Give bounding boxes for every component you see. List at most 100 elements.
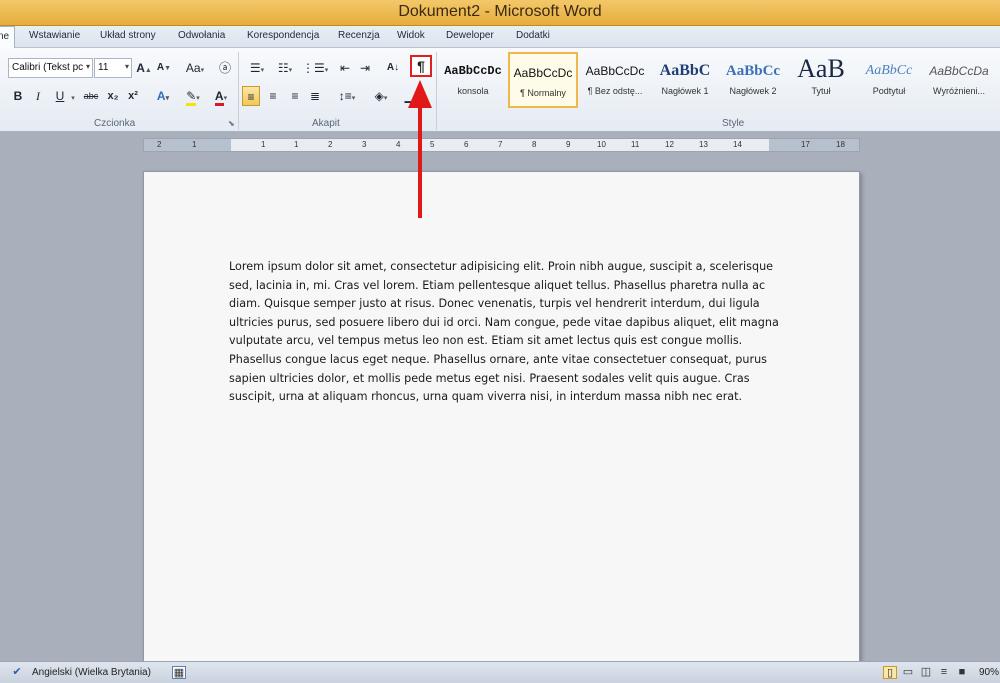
ruler-label: 6	[464, 140, 469, 149]
style-preview: AaBbCc	[865, 63, 913, 78]
style-item-tytul[interactable]: AaB Tytuł	[786, 52, 856, 108]
ruler-label: 2	[328, 140, 333, 149]
ruler-label: 1	[261, 140, 266, 149]
window-title: Dokument2 - Microsoft Word	[398, 3, 602, 20]
decrease-indent-icon[interactable]: ⇤	[336, 58, 354, 78]
style-preview: AaBbCc	[725, 63, 781, 79]
document-body-text[interactable]: Lorem ipsum dolor sit amet, consectetur …	[229, 258, 784, 407]
bullets-icon[interactable]: ☰▾	[244, 58, 270, 78]
style-item-naglowek-2[interactable]: AaBbCc Nagłówek 2	[718, 52, 788, 108]
group-divider	[238, 52, 239, 130]
italic-button[interactable]: I	[30, 86, 46, 106]
ruler-label: 1	[192, 140, 197, 149]
tab-insert[interactable]: Wstawianie	[29, 30, 80, 41]
font-group-label: Czcionka	[94, 118, 136, 129]
align-center-icon[interactable]: ≡	[264, 86, 282, 106]
font-name-combo[interactable]: Calibri (Tekst pc ▾	[8, 58, 93, 78]
superscript-button[interactable]: x²	[124, 86, 142, 106]
ruler-area: 2 1 1 1 2 3 4 5 6 7 8 9 10 11 12 13 14 1…	[0, 133, 1000, 155]
chevron-down-icon: ▾	[85, 62, 90, 71]
spelling-check-icon[interactable]: ✔	[10, 666, 24, 679]
paragraph-group-label: Akapit	[312, 118, 340, 129]
multilevel-list-icon[interactable]: ⋮☰▾	[302, 58, 328, 78]
sort-button[interactable]: A↓	[384, 58, 402, 78]
show-formatting-marks-button[interactable]: ¶	[410, 55, 432, 77]
line-spacing-icon[interactable]: ↕≡▾	[334, 86, 360, 106]
style-item-podtytul[interactable]: AaBbCc Podtytuł	[854, 52, 924, 108]
font-name-value: Calibri (Tekst pc	[12, 62, 84, 73]
title-bar: Dokument2 - Microsoft Word	[0, 0, 1000, 26]
style-preview: AaBbCcDc	[444, 64, 502, 78]
style-preview: AaBbC	[659, 62, 711, 79]
print-layout-view-icon[interactable]: ▯	[883, 666, 897, 679]
document-page[interactable]: Lorem ipsum dolor sit amet, consectetur …	[143, 171, 860, 683]
style-item-konsola[interactable]: AaBbCcDc konsola	[438, 52, 508, 108]
tab-home[interactable]: ne	[0, 26, 16, 49]
style-preview: AaB	[797, 54, 845, 83]
clear-formatting-icon[interactable]: ⓐ	[216, 58, 234, 78]
style-item-wyroznienie[interactable]: AaBbCcDa Wyróżnieni...	[924, 52, 994, 108]
ruler-label: 11	[631, 140, 640, 149]
styles-group-label: Style	[722, 118, 745, 129]
tab-developer[interactable]: Deweloper	[446, 30, 494, 41]
shrink-font-button[interactable]: A▼	[156, 58, 172, 78]
full-screen-reading-icon[interactable]: ▭	[901, 666, 915, 679]
ruler-right-margin	[769, 139, 859, 151]
grow-font-button[interactable]: A▲	[136, 58, 152, 78]
ruler-label: 7	[498, 140, 503, 149]
ruler-label: 3	[362, 140, 367, 149]
shading-icon[interactable]: ◈▾	[368, 86, 394, 106]
style-preview: AaBbCcDa	[929, 64, 989, 78]
style-name: Nagłówek 2	[729, 86, 777, 96]
tab-addins[interactable]: Dodatki	[516, 30, 550, 41]
underline-button[interactable]: U	[52, 86, 68, 106]
align-left-icon[interactable]: ≡	[242, 86, 260, 106]
tab-references[interactable]: Odwołania	[178, 30, 225, 41]
web-layout-icon[interactable]: ◫	[919, 666, 933, 679]
outline-view-icon[interactable]: ≡	[937, 666, 951, 679]
change-case-label: Aa	[185, 61, 201, 75]
style-name: Nagłówek 1	[661, 86, 709, 96]
tab-mailings[interactable]: Korespondencja	[247, 30, 319, 41]
language-indicator[interactable]: Angielski (Wielka Brytania)	[32, 667, 151, 678]
ruler-label: 17	[801, 140, 810, 149]
justify-icon[interactable]: ≣	[306, 86, 324, 106]
ruler-label: 2	[157, 140, 162, 149]
ruler-label: 1	[294, 140, 299, 149]
font-dialog-launcher-icon[interactable]: ⬊	[228, 119, 235, 128]
macro-record-icon[interactable]: ▦	[172, 666, 186, 679]
align-right-icon[interactable]: ≡	[286, 86, 304, 106]
font-size-combo[interactable]: 11 ▾	[94, 58, 132, 78]
increase-indent-icon[interactable]: ⇥	[356, 58, 374, 78]
font-color-icon[interactable]: A▾	[208, 86, 234, 106]
bold-button[interactable]: B	[10, 86, 26, 106]
style-name: Tytuł	[811, 86, 831, 96]
style-name: konsola	[457, 86, 489, 96]
ruler-label: 10	[597, 140, 606, 149]
chevron-down-icon: ▾	[124, 62, 129, 71]
tab-page-layout[interactable]: Układ strony	[100, 30, 156, 41]
highlight-color-icon[interactable]: ✎▾	[180, 86, 206, 106]
tab-view[interactable]: Widok	[397, 30, 425, 41]
horizontal-ruler[interactable]: 2 1 1 1 2 3 4 5 6 7 8 9 10 11 12 13 14 1…	[143, 138, 860, 152]
style-item-normalny[interactable]: AaBbCcDc ¶ Normalny	[508, 52, 578, 108]
style-item-naglowek-1[interactable]: AaBbC Nagłówek 1	[650, 52, 720, 108]
ruler-label: 12	[665, 140, 674, 149]
red-arrow-annotation	[408, 80, 432, 218]
style-preview: AaBbCcDc	[585, 64, 645, 78]
chevron-down-icon[interactable]: ▾	[68, 86, 78, 106]
zoom-level[interactable]: 90%	[979, 667, 999, 678]
grow-font-label: A	[136, 61, 145, 75]
numbering-icon[interactable]: ☷▾	[272, 58, 298, 78]
ruler-label: 14	[733, 140, 742, 149]
subscript-button[interactable]: x₂	[104, 86, 122, 106]
style-name: Podtytuł	[872, 86, 906, 96]
draft-view-icon[interactable]: ■	[955, 666, 969, 679]
style-item-bez-odstepow[interactable]: AaBbCcDc ¶ Bez odstę...	[580, 52, 650, 108]
change-case-button[interactable]: Aa▾	[182, 58, 208, 78]
style-name: ¶ Bez odstę...	[587, 86, 643, 96]
tab-review[interactable]: Recenzja	[338, 30, 380, 41]
style-name: Wyróżnieni...	[933, 86, 985, 96]
strikethrough-button[interactable]: abc	[80, 86, 102, 106]
text-effects-icon[interactable]: A▾	[150, 86, 176, 106]
